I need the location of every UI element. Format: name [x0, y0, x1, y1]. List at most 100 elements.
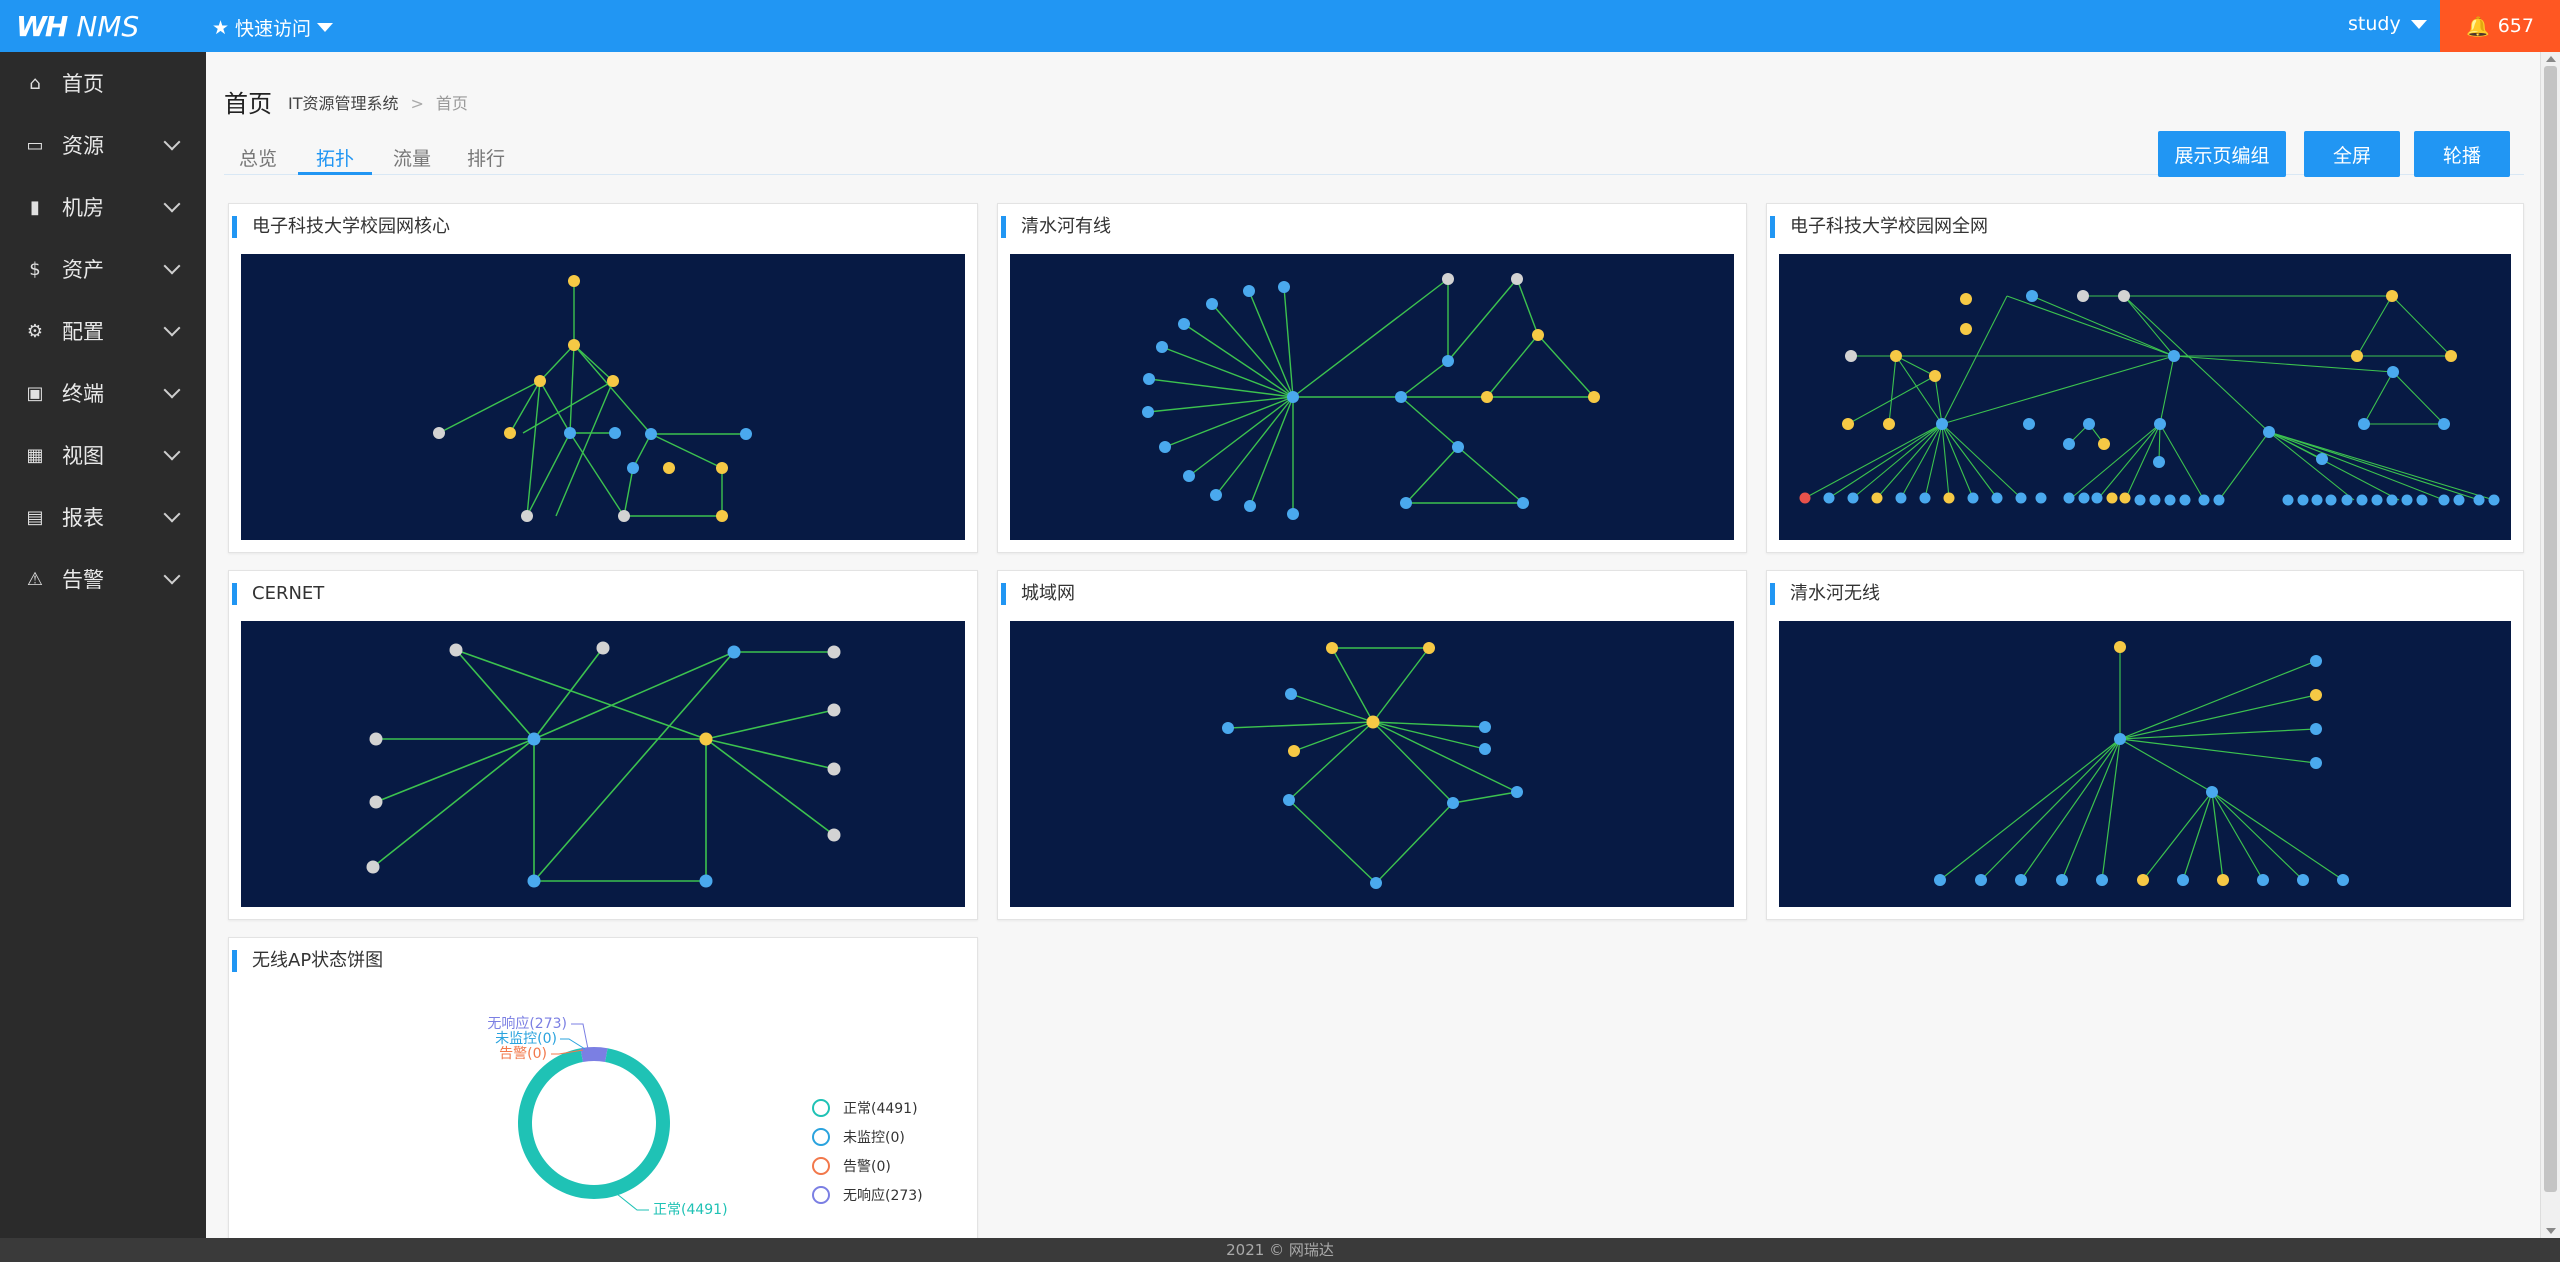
sidebar-item-home[interactable]: ⌂ 首页: [0, 52, 206, 114]
sidebar-item-label: 视图: [62, 444, 104, 468]
server-icon: ▭: [26, 134, 44, 156]
topology-panel: 电子科技大学校园网全网: [1766, 203, 2524, 553]
dollar-icon: $: [29, 258, 41, 280]
sidebar-item-alarm[interactable]: ⚠ 告警: [0, 548, 206, 610]
sidebar-item-report[interactable]: ▤ 报表: [0, 486, 206, 548]
user-menu[interactable]: study: [2348, 13, 2427, 35]
bell-icon: 🔔: [2466, 15, 2490, 38]
app-logo[interactable]: WH NMS: [16, 8, 139, 44]
logo-text: NMS: [76, 9, 140, 43]
chevron-down-icon: [163, 133, 181, 151]
pie-slice[interactable]: [518, 1048, 670, 1199]
caret-down-icon: [2410, 19, 2427, 29]
legend-marker[interactable]: [812, 1099, 830, 1117]
pie-label: 告警(0): [499, 1046, 547, 1062]
chevron-down-icon: [163, 195, 181, 213]
caret-down-icon: [317, 23, 334, 32]
gear-icon: ⚙: [26, 320, 44, 342]
pie-leader-line: [616, 1193, 649, 1211]
sidebar-item-label: 报表: [62, 506, 104, 530]
topology-canvas[interactable]: [241, 621, 965, 907]
fullscreen-button[interactable]: 全屏: [2304, 131, 2400, 177]
top-bar: WH NMS ★ 快速访问 study 🔔 657: [0, 0, 2560, 52]
tab-topology[interactable]: 拓扑: [298, 144, 372, 175]
vertical-scrollbar[interactable]: [2540, 52, 2560, 1238]
scroll-thumb[interactable]: [2544, 66, 2557, 1192]
alarm-button[interactable]: 🔔 657: [2440, 0, 2560, 52]
topology-panel: 清水河无线: [1766, 570, 2524, 920]
sidebar-item-label: 资产: [62, 258, 104, 282]
sidebar-item-label: 终端: [62, 382, 104, 406]
warning-icon: ⚠: [26, 568, 44, 590]
pie-chart[interactable]: 无响应(273)未监控(0)告警(0)正常(4491)正常(4491)未监控(0…: [229, 978, 969, 1238]
breadcrumb: IT资源管理系统 > 首页: [288, 90, 468, 114]
sidebar-item-label: 首页: [62, 72, 104, 96]
breadcrumb-root[interactable]: IT资源管理系统: [288, 94, 399, 113]
pie-chart-panel: 无线AP状态饼图 无响应(273) 未监控(0) 告警(0) 正常(4491) 正常(4…: [228, 937, 978, 1238]
tab-ranking[interactable]: 排行: [466, 144, 506, 172]
topology-panel: 电子科技大学校园网核心: [228, 203, 978, 553]
topology-canvas[interactable]: [241, 254, 965, 540]
topology-canvas[interactable]: [1779, 254, 2511, 540]
topology-graph: [1799, 290, 2500, 506]
sidebar-item-label: 告警: [62, 568, 104, 592]
sidebar-item-asset[interactable]: $ 资产: [0, 238, 206, 300]
panel-title: 清水河有线: [1001, 216, 1111, 238]
building-icon: ▮: [30, 196, 40, 218]
topology-panel: CERNET: [228, 570, 978, 920]
footer-copyright: 2021 © 网瑞达: [0, 1238, 2560, 1262]
legend-marker[interactable]: [812, 1157, 830, 1175]
legend-label: 无响应(273): [843, 1187, 923, 1204]
group-edit-button[interactable]: 展示页编组: [2158, 131, 2286, 177]
chevron-down-icon: [163, 381, 181, 399]
topology-graph: [1142, 273, 1600, 520]
sidebar: ⌂ 首页 ▭ 资源 ▮ 机房 $ 资产 ⚙ 配置 ▣ 终端 ▦ 视图 ▤ 报表 …: [0, 52, 206, 1262]
breadcrumb-current: 首页: [435, 94, 468, 113]
tab-overview[interactable]: 总览: [238, 144, 278, 172]
sidebar-item-label: 机房: [62, 196, 104, 220]
carousel-button[interactable]: 轮播: [2414, 131, 2510, 177]
panel-title: 电子科技大学校园网全网: [1770, 216, 1988, 238]
tab-traffic[interactable]: 流量: [392, 144, 432, 172]
topology-canvas[interactable]: [1010, 254, 1734, 540]
legend-label: 未监控(0): [843, 1130, 905, 1146]
topology-panel: 城域网: [997, 570, 1747, 920]
chevron-down-icon: [163, 505, 181, 523]
chevron-down-icon: [163, 443, 181, 461]
chevron-down-icon: [163, 319, 181, 337]
page-title: 首页: [224, 90, 272, 118]
legend-label: 告警(0): [843, 1159, 891, 1175]
topology-canvas[interactable]: [1779, 621, 2511, 907]
quick-access-label: 快速访问: [235, 18, 312, 40]
scroll-down-arrow-icon[interactable]: [2546, 1228, 2556, 1234]
pie-label: 正常(4491): [653, 1202, 728, 1218]
monitor-icon: ▣: [26, 382, 44, 404]
topology-canvas[interactable]: [1010, 621, 1734, 907]
logo-mark: WH: [16, 9, 68, 43]
alarm-count: 657: [2497, 15, 2534, 37]
panel-title: CERNET: [232, 583, 324, 605]
panel-title: 电子科技大学校园网核心: [232, 216, 450, 238]
topology-panel: 清水河有线: [997, 203, 1747, 553]
chevron-down-icon: [163, 567, 181, 585]
panel-title: 无线AP状态饼图: [232, 950, 383, 972]
sidebar-item-label: 配置: [62, 320, 104, 344]
sidebar-item-view[interactable]: ▦ 视图: [0, 424, 206, 486]
report-icon: ▤: [26, 506, 44, 528]
sidebar-item-resource[interactable]: ▭ 资源: [0, 114, 206, 176]
chevron-down-icon: [163, 257, 181, 275]
panel-title: 城域网: [1001, 583, 1075, 605]
topology-graph: [366, 641, 841, 888]
topology-graph: [1934, 641, 2349, 886]
quick-access-menu[interactable]: ★ 快速访问: [212, 14, 334, 41]
topology-graph: [433, 275, 752, 522]
pie-label: 无响应(273): [487, 1015, 567, 1032]
legend-marker[interactable]: [812, 1128, 830, 1146]
legend-marker[interactable]: [812, 1186, 830, 1204]
sidebar-item-room[interactable]: ▮ 机房: [0, 176, 206, 238]
sidebar-item-terminal[interactable]: ▣ 终端: [0, 362, 206, 424]
scroll-up-arrow-icon[interactable]: [2546, 56, 2556, 62]
home-icon: ⌂: [29, 72, 41, 94]
panel-title: 清水河无线: [1770, 583, 1880, 605]
sidebar-item-config[interactable]: ⚙ 配置: [0, 300, 206, 362]
